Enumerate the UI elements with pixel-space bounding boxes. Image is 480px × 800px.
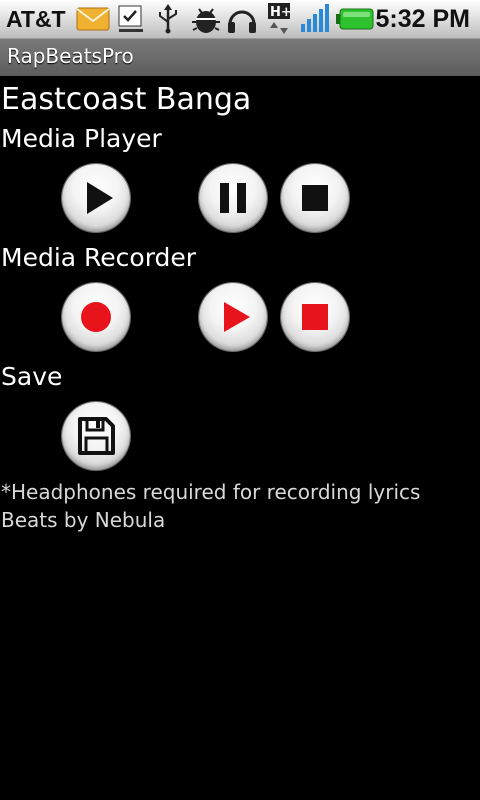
- media-recorder-heading: Media Recorder: [1, 243, 197, 272]
- player-play-button[interactable]: [62, 164, 130, 232]
- floppy-disk-icon: [78, 417, 115, 455]
- battery-icon: [336, 7, 374, 35]
- player-pause-button[interactable]: [199, 164, 267, 232]
- app-title-bar: RapBeatsPro: [0, 38, 480, 76]
- signal-icon: [300, 4, 332, 38]
- android-debug-icon: [191, 4, 221, 40]
- pause-icon: [220, 183, 246, 213]
- credit-text: Beats by Nebula: [1, 508, 166, 532]
- carrier-label: AT&T: [6, 6, 66, 32]
- play-icon: [87, 182, 113, 214]
- headphones-icon: [226, 4, 258, 38]
- recorder-record-button[interactable]: [62, 283, 130, 351]
- stop-icon: [302, 185, 328, 211]
- hspa-data-icon: H+: [267, 2, 293, 40]
- download-done-icon: [117, 4, 145, 38]
- recorder-play-button[interactable]: [199, 283, 267, 351]
- mail-icon: [76, 7, 110, 35]
- stop-red-icon: [302, 304, 328, 330]
- media-player-heading: Media Player: [1, 124, 162, 153]
- svg-text:H+: H+: [270, 5, 292, 20]
- clock: 5:32 PM: [375, 5, 470, 33]
- record-icon: [81, 302, 111, 332]
- headphones-note: *Headphones required for recording lyric…: [1, 480, 421, 504]
- save-button[interactable]: [62, 402, 130, 470]
- status-bar: AT&T H+ 5:32 PM: [0, 0, 480, 38]
- app-title: RapBeatsPro: [7, 44, 134, 68]
- song-title: Eastcoast Banga: [1, 82, 252, 117]
- usb-icon: [155, 4, 181, 38]
- player-stop-button[interactable]: [281, 164, 349, 232]
- play-red-icon: [224, 302, 250, 332]
- save-heading: Save: [1, 362, 63, 391]
- recorder-stop-button[interactable]: [281, 283, 349, 351]
